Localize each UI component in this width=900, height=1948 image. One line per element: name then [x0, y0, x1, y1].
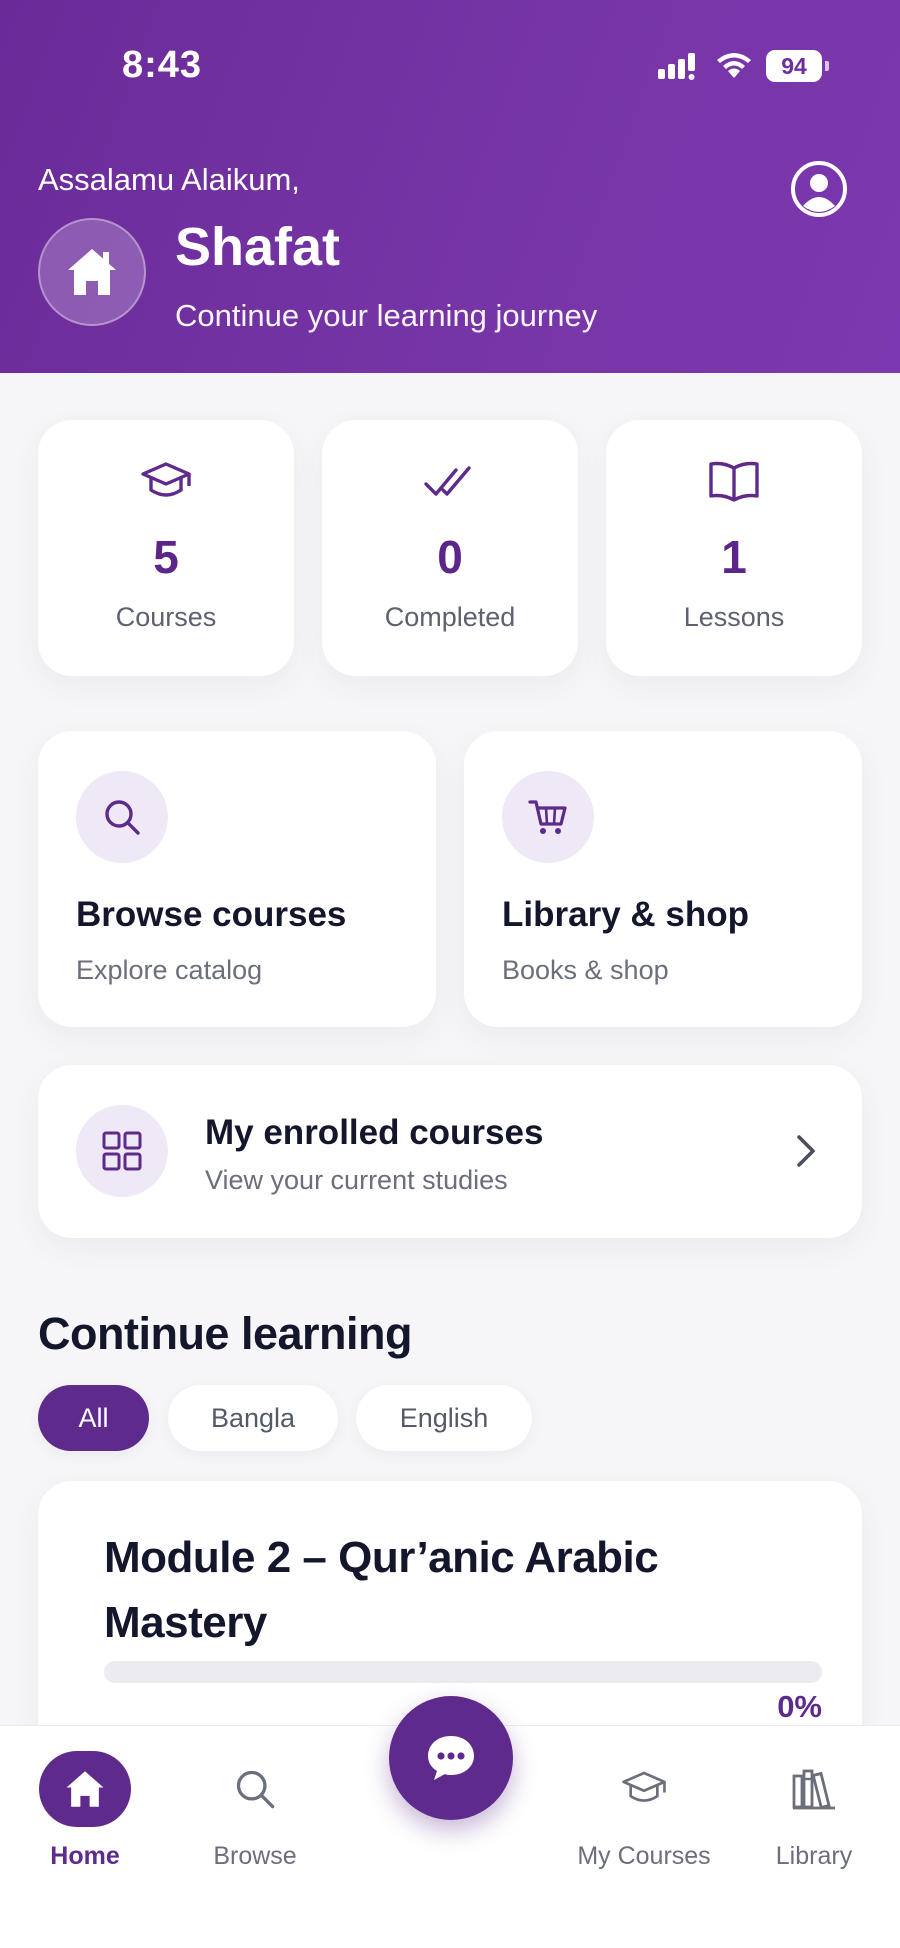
graduation-cap-icon [622, 1771, 666, 1802]
browse-courses-card[interactable]: Browse courses Explore catalog [38, 731, 436, 1027]
stat-label: Lessons [683, 602, 785, 632]
double-check-icon [424, 466, 471, 496]
home-icon [66, 1771, 104, 1807]
filter-chip-all[interactable]: All [38, 1385, 149, 1451]
tab-label: My Courses [577, 1842, 711, 1870]
stat-value: 5 [153, 531, 179, 583]
header: 8:43 94 Assalamu Alaikum, Shafat Continu… [0, 0, 900, 373]
action-title: Library & shop [502, 895, 749, 934]
stat-value: 0 [437, 531, 463, 583]
battery-indicator: 94 [766, 50, 829, 82]
stat-card-courses[interactable]: 5 Courses [38, 420, 294, 676]
stat-card-lessons[interactable]: 1 Lessons [606, 420, 862, 676]
user-circle-icon[interactable] [790, 160, 848, 218]
search-icon [236, 1770, 275, 1809]
user-name: Shafat [175, 217, 341, 277]
tab-label: Library [775, 1842, 853, 1870]
stat-label: Completed [384, 602, 516, 632]
status-time: 8:43 [122, 44, 203, 86]
section-title: Continue learning [38, 1308, 413, 1359]
library-shop-card[interactable]: Library & shop Books & shop [464, 731, 862, 1027]
progress-percent: 0% [777, 1689, 822, 1724]
enrolled-title: My enrolled courses [205, 1113, 544, 1152]
grid-icon [102, 1131, 142, 1171]
action-subtitle: Books & shop [502, 955, 669, 985]
action-subtitle: Explore catalog [76, 955, 263, 985]
cart-icon [528, 800, 567, 834]
chat-bubble-icon [428, 1736, 474, 1780]
stat-value: 1 [721, 531, 747, 583]
tab-library[interactable]: Library [744, 1744, 884, 1871]
status-icons: 94 [656, 50, 829, 82]
open-book-icon [709, 461, 759, 502]
tab-browse[interactable]: Browse [185, 1744, 325, 1871]
graduation-cap-icon [141, 462, 191, 497]
action-title: Browse courses [76, 895, 347, 934]
progress-bar [104, 1661, 822, 1683]
course-title: Module 2 – Qur’anic Arabic Mastery [104, 1533, 659, 1647]
tab-label: Browse [213, 1842, 297, 1870]
stat-label: Courses [115, 602, 217, 632]
filter-chip-english[interactable]: English [356, 1385, 532, 1451]
home-icon [68, 249, 116, 295]
chevron-right-icon [797, 1135, 815, 1167]
chat-fab-button[interactable] [389, 1696, 513, 1820]
header-subtitle: Continue your learning journey [175, 298, 598, 333]
tab-my-courses[interactable]: My Courses [574, 1744, 714, 1871]
search-icon [105, 800, 140, 835]
tab-label: Home [50, 1842, 120, 1870]
wifi-icon [717, 53, 751, 78]
greeting: Assalamu Alaikum, [38, 162, 300, 197]
tab-home[interactable]: Home [15, 1744, 155, 1871]
filter-chip-bangla[interactable]: Bangla [168, 1385, 338, 1451]
books-icon [792, 1769, 835, 1810]
signal-icon [658, 53, 695, 80]
home-badge [38, 218, 146, 326]
battery-level: 94 [781, 52, 807, 79]
enrolled-subtitle: View your current studies [205, 1165, 508, 1195]
status-bar: 8:43 94 [0, 0, 900, 130]
stat-card-completed[interactable]: 0 Completed [322, 420, 578, 676]
my-enrolled-courses-card[interactable]: My enrolled courses View your current st… [38, 1065, 862, 1238]
